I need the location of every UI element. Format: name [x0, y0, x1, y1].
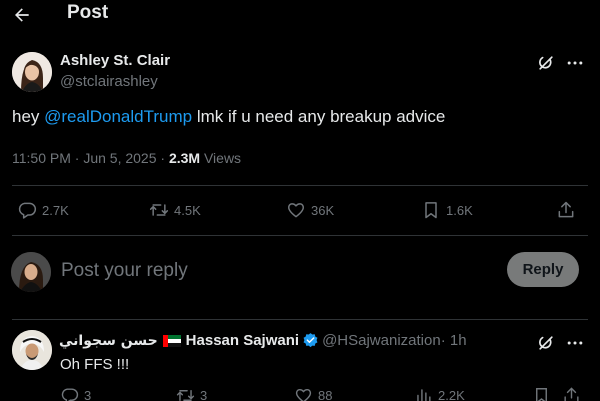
repost-count: 4.5K: [174, 202, 201, 218]
bookmark-action[interactable]: 1.6K: [421, 196, 473, 224]
verified-badge-icon: [303, 333, 318, 348]
post-text: hey @realDonaldTrump lmk if u need any b…: [12, 107, 445, 127]
bookmark-action[interactable]: [532, 386, 551, 401]
avatar-portrait-icon: [12, 52, 52, 92]
arrow-left-icon: [15, 8, 29, 22]
bookmark-icon: [536, 388, 547, 401]
share-icon: [564, 387, 579, 401]
back-button[interactable]: [10, 3, 34, 27]
bar-chart-icon: [417, 389, 431, 401]
grok-icon[interactable]: [536, 53, 556, 73]
more-options-icon[interactable]: [565, 333, 585, 353]
divider: [12, 235, 588, 236]
reply-action[interactable]: 2.7K: [17, 196, 69, 224]
heart-icon: [295, 389, 312, 401]
repost-action[interactable]: 4.5K: [149, 196, 201, 224]
heart-icon: [287, 203, 305, 218]
repost-icon: [149, 204, 169, 216]
bookmark-icon: [425, 202, 437, 219]
avatar-portrait-icon: [11, 252, 51, 292]
like-action[interactable]: 36K: [286, 196, 334, 224]
post-timestamp[interactable]: 11:50 PM · Jun 5, 2025 ·: [12, 150, 169, 166]
post-text-before: hey: [12, 107, 45, 126]
reply-input[interactable]: [61, 259, 481, 283]
reply-author-handle[interactable]: @HSajwanization: [322, 332, 441, 349]
share-action[interactable]: [556, 196, 576, 224]
grok-icon[interactable]: [536, 333, 556, 353]
reply-action[interactable]: 3: [60, 386, 91, 401]
reply-count: 2.7K: [42, 202, 69, 218]
post-meta: 11:50 PM · Jun 5, 2025 · 2.3M Views: [12, 150, 241, 166]
uae-flag-icon: [162, 334, 181, 347]
more-options-icon[interactable]: [565, 53, 585, 73]
avatar-portrait-icon: [12, 330, 52, 370]
share-icon: [558, 201, 574, 218]
views-count: 2.3M: [168, 150, 201, 166]
reply-author-arabic-name[interactable]: حسن سجواني: [59, 333, 158, 349]
reply-author-name[interactable]: Hassan Sajwani: [186, 332, 299, 349]
reply-timestamp[interactable]: · 1h: [441, 332, 467, 349]
share-action[interactable]: [562, 386, 581, 401]
reply-count: 3: [84, 388, 92, 401]
views-count: 2.2K: [438, 388, 465, 401]
mention-link[interactable]: @realDonaldTrump: [44, 107, 192, 126]
reply-header: حسن سجواني Hassan Sajwani @HSajwanizatio…: [59, 332, 467, 349]
author-handle[interactable]: @stclairashley: [60, 73, 158, 90]
reply-action-bar: 3 3 88 2.2K: [0, 386, 600, 401]
top-bar: Post: [0, 0, 600, 30]
post-text-after: lmk if u need any breakup advice: [192, 107, 446, 126]
reply-icon: [18, 202, 37, 219]
repost-action[interactable]: 3: [176, 386, 207, 401]
my-avatar[interactable]: [11, 252, 51, 292]
page-title: Post: [67, 2, 109, 23]
views-label: Views: [200, 150, 242, 166]
author-name[interactable]: Ashley St. Clair: [60, 52, 170, 69]
reply-button[interactable]: Reply: [507, 252, 579, 287]
like-action[interactable]: 88: [294, 386, 332, 401]
repost-icon: [176, 390, 195, 401]
reply-composer: Reply: [0, 250, 600, 292]
author-avatar[interactable]: [12, 52, 52, 92]
like-count: 36K: [311, 202, 335, 218]
divider: [12, 319, 588, 320]
action-bar: 2.7K 4.5K 36K 1.6K: [0, 196, 600, 224]
like-count: 88: [318, 388, 333, 401]
repost-count: 3: [200, 388, 208, 401]
bookmark-count: 1.6K: [446, 202, 473, 218]
reply-text: Oh FFS !!!: [60, 356, 130, 373]
divider: [12, 185, 588, 186]
reply-icon: [61, 388, 79, 401]
reply-author-avatar[interactable]: [12, 330, 52, 370]
views-action[interactable]: 2.2K: [414, 386, 465, 401]
reply-tweet: حسن سجواني Hassan Sajwani @HSajwanizatio…: [0, 322, 600, 401]
